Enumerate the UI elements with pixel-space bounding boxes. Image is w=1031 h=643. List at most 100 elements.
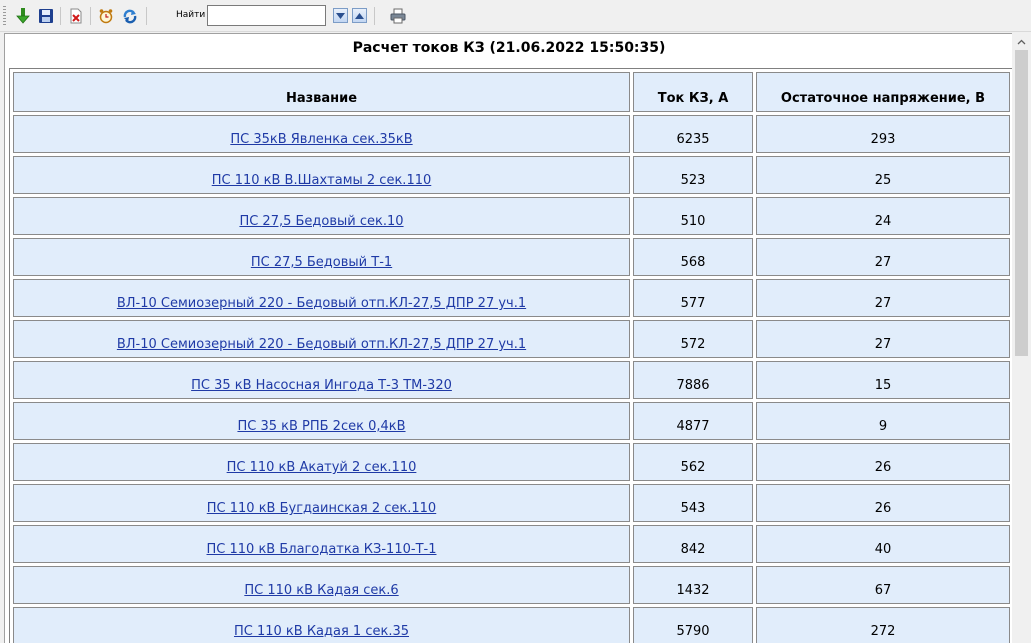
cell-name: ПС 110 кВ Кадая 1 сек.35 — [13, 607, 630, 643]
cell-name: ПС 35кВ Явленка сек.35кВ — [13, 115, 630, 153]
find-next-icon — [336, 12, 345, 19]
station-link[interactable]: ВЛ-10 Семиозерный 220 - Бедовый отп.КЛ-2… — [117, 337, 526, 352]
table-row: ПС 35 кВ РПБ 2сек 0,4кВ 4877 9 — [13, 402, 1010, 440]
cell-current: 543 — [633, 484, 753, 522]
delete-red-x-icon — [70, 8, 82, 24]
table-row: ПС 35 кВ Насосная Ингода Т-3 ТМ-320 7886 1… — [13, 361, 1010, 399]
cell-voltage: 40 — [756, 525, 1010, 563]
station-link[interactable]: ПС 110 кВ Кадая сек.6 — [244, 583, 398, 598]
cell-current: 510 — [633, 197, 753, 235]
save-floppy-icon — [39, 9, 53, 23]
print-icon — [390, 8, 406, 24]
scroll-up-button[interactable] — [1012, 33, 1031, 50]
report-table: Название Ток КЗ, А Остаточное напряжение… — [9, 68, 1012, 643]
cell-current: 572 — [633, 320, 753, 358]
report-title: Расчет токов КЗ (21.06.2022 15:50:35) — [352, 40, 666, 56]
cell-voltage: 15 — [756, 361, 1010, 399]
column-header-voltage: Остаточное напряжение, В — [756, 72, 1010, 112]
find-prev-icon — [355, 12, 364, 19]
cell-voltage: 293 — [756, 115, 1010, 153]
cell-current: 5790 — [633, 607, 753, 643]
cell-voltage: 27 — [756, 320, 1010, 358]
cell-voltage: 27 — [756, 238, 1010, 276]
cell-name: ПС 27,5 Бедовый сек.10 — [13, 197, 630, 235]
cell-voltage: 24 — [756, 197, 1010, 235]
export-button[interactable] — [13, 6, 33, 26]
table-row: ПС 110 кВ Благодатка КЗ-110-Т-1 842 40 — [13, 525, 1010, 563]
scroll-thumb[interactable] — [1015, 50, 1028, 356]
find-next-button[interactable] — [333, 8, 348, 23]
find-input[interactable] — [207, 5, 326, 26]
cell-name: ВЛ-10 Семиозерный 220 - Бедовый отп.КЛ-2… — [13, 320, 630, 358]
table-row: ПС 110 кВ В.Шахтамы 2 сек.110 523 25 — [13, 156, 1010, 194]
table-row: ПС 110 кВ Акатуй 2 сек.110 562 26 — [13, 443, 1010, 481]
table-row: ПС 110 кВ Кадая сек.6 1432 67 — [13, 566, 1010, 604]
cell-name: ВЛ-10 Семиозерный 220 - Бедовый отп.КЛ-2… — [13, 279, 630, 317]
table-row: ПС 27,5 Бедовый сек.10 510 24 — [13, 197, 1010, 235]
station-link[interactable]: ПС 35кВ Явленка сек.35кВ — [230, 132, 412, 147]
cell-name: ПС 35 кВ РПБ 2сек 0,4кВ — [13, 402, 630, 440]
find-prev-button[interactable] — [352, 8, 367, 23]
cell-voltage: 27 — [756, 279, 1010, 317]
table-row: ВЛ-10 Семиозерный 220 - Бедовый отп.КЛ-2… — [13, 279, 1010, 317]
cell-name: ПС 110 кВ Кадая сек.6 — [13, 566, 630, 604]
station-link[interactable]: ПС 35 кВ Насосная Ингода Т-3 ТМ-320 — [191, 378, 452, 393]
report-view: Расчет токов КЗ (21.06.2022 15:50:35) На… — [4, 33, 1012, 643]
cell-voltage: 9 — [756, 402, 1010, 440]
refresh-icon — [123, 9, 137, 24]
toolbar-separator — [90, 7, 91, 25]
cell-current: 562 — [633, 443, 753, 481]
save-button[interactable] — [36, 6, 56, 26]
station-link[interactable]: ПС 110 кВ Кадая 1 сек.35 — [234, 624, 409, 639]
refresh-button[interactable] — [120, 6, 140, 26]
cell-current: 842 — [633, 525, 753, 563]
alarm-button[interactable] — [96, 6, 116, 26]
station-link[interactable]: ПС 110 кВ Бугдаинская 2 сек.110 — [207, 501, 436, 516]
find-label: Найти — [176, 10, 206, 20]
delete-button[interactable] — [66, 6, 86, 26]
cell-current: 577 — [633, 279, 753, 317]
cell-current: 4877 — [633, 402, 753, 440]
station-link[interactable]: ПС 27,5 Бедовый Т-1 — [251, 255, 392, 270]
column-header-name: Название — [13, 72, 630, 112]
chevron-up-icon — [1017, 39, 1026, 44]
print-button[interactable] — [388, 6, 408, 26]
station-link[interactable]: ПС 110 кВ Акатуй 2 сек.110 — [227, 460, 417, 475]
cell-voltage: 272 — [756, 607, 1010, 643]
cell-name: ПС 110 кВ Благодатка КЗ-110-Т-1 — [13, 525, 630, 563]
cell-name: ПС 110 кВ В.Шахтамы 2 сек.110 — [13, 156, 630, 194]
table-row: ПС 35кВ Явленка сек.35кВ 6235 293 — [13, 115, 1010, 153]
station-link[interactable]: ПС 27,5 Бедовый сек.10 — [239, 214, 403, 229]
table-row: ПС 110 кВ Кадая 1 сек.35 5790 272 — [13, 607, 1010, 643]
cell-current: 568 — [633, 238, 753, 276]
cell-voltage: 67 — [756, 566, 1010, 604]
column-header-current: Ток КЗ, А — [633, 72, 753, 112]
cell-voltage: 26 — [756, 443, 1010, 481]
vertical-scrollbar[interactable] — [1012, 33, 1031, 643]
cell-current: 1432 — [633, 566, 753, 604]
toolbar-separator — [146, 7, 147, 25]
station-link[interactable]: ПС 110 кВ Благодатка КЗ-110-Т-1 — [207, 542, 437, 557]
table-row: ПС 110 кВ Бугдаинская 2 сек.110 543 26 — [13, 484, 1010, 522]
station-link[interactable]: ВЛ-10 Семиозерный 220 - Бедовый отп.КЛ-2… — [117, 296, 526, 311]
cell-name: ПС 110 кВ Акатуй 2 сек.110 — [13, 443, 630, 481]
table-row: ПС 27,5 Бедовый Т-1 568 27 — [13, 238, 1010, 276]
cell-current: 6235 — [633, 115, 753, 153]
cell-voltage: 26 — [756, 484, 1010, 522]
cell-current: 7886 — [633, 361, 753, 399]
toolbar-separator — [60, 7, 61, 25]
table-row: ВЛ-10 Семиозерный 220 - Бедовый отп.КЛ-2… — [13, 320, 1010, 358]
cell-voltage: 25 — [756, 156, 1010, 194]
toolbar-grip[interactable] — [3, 6, 6, 26]
cell-name: ПС 35 кВ Насосная Ингода Т-3 ТМ-320 — [13, 361, 630, 399]
toolbar-separator — [374, 7, 375, 25]
export-green-arrow-icon — [16, 8, 30, 24]
cell-name: ПС 110 кВ Бугдаинская 2 сек.110 — [13, 484, 630, 522]
table-header-row: Название Ток КЗ, А Остаточное напряжение… — [13, 72, 1010, 112]
station-link[interactable]: ПС 35 кВ РПБ 2сек 0,4кВ — [237, 419, 405, 434]
station-link[interactable]: ПС 110 кВ В.Шахтамы 2 сек.110 — [212, 173, 432, 188]
alarm-clock-icon — [99, 9, 113, 24]
cell-current: 523 — [633, 156, 753, 194]
toolbar: Найти — [0, 0, 1031, 32]
cell-name: ПС 27,5 Бедовый Т-1 — [13, 238, 630, 276]
